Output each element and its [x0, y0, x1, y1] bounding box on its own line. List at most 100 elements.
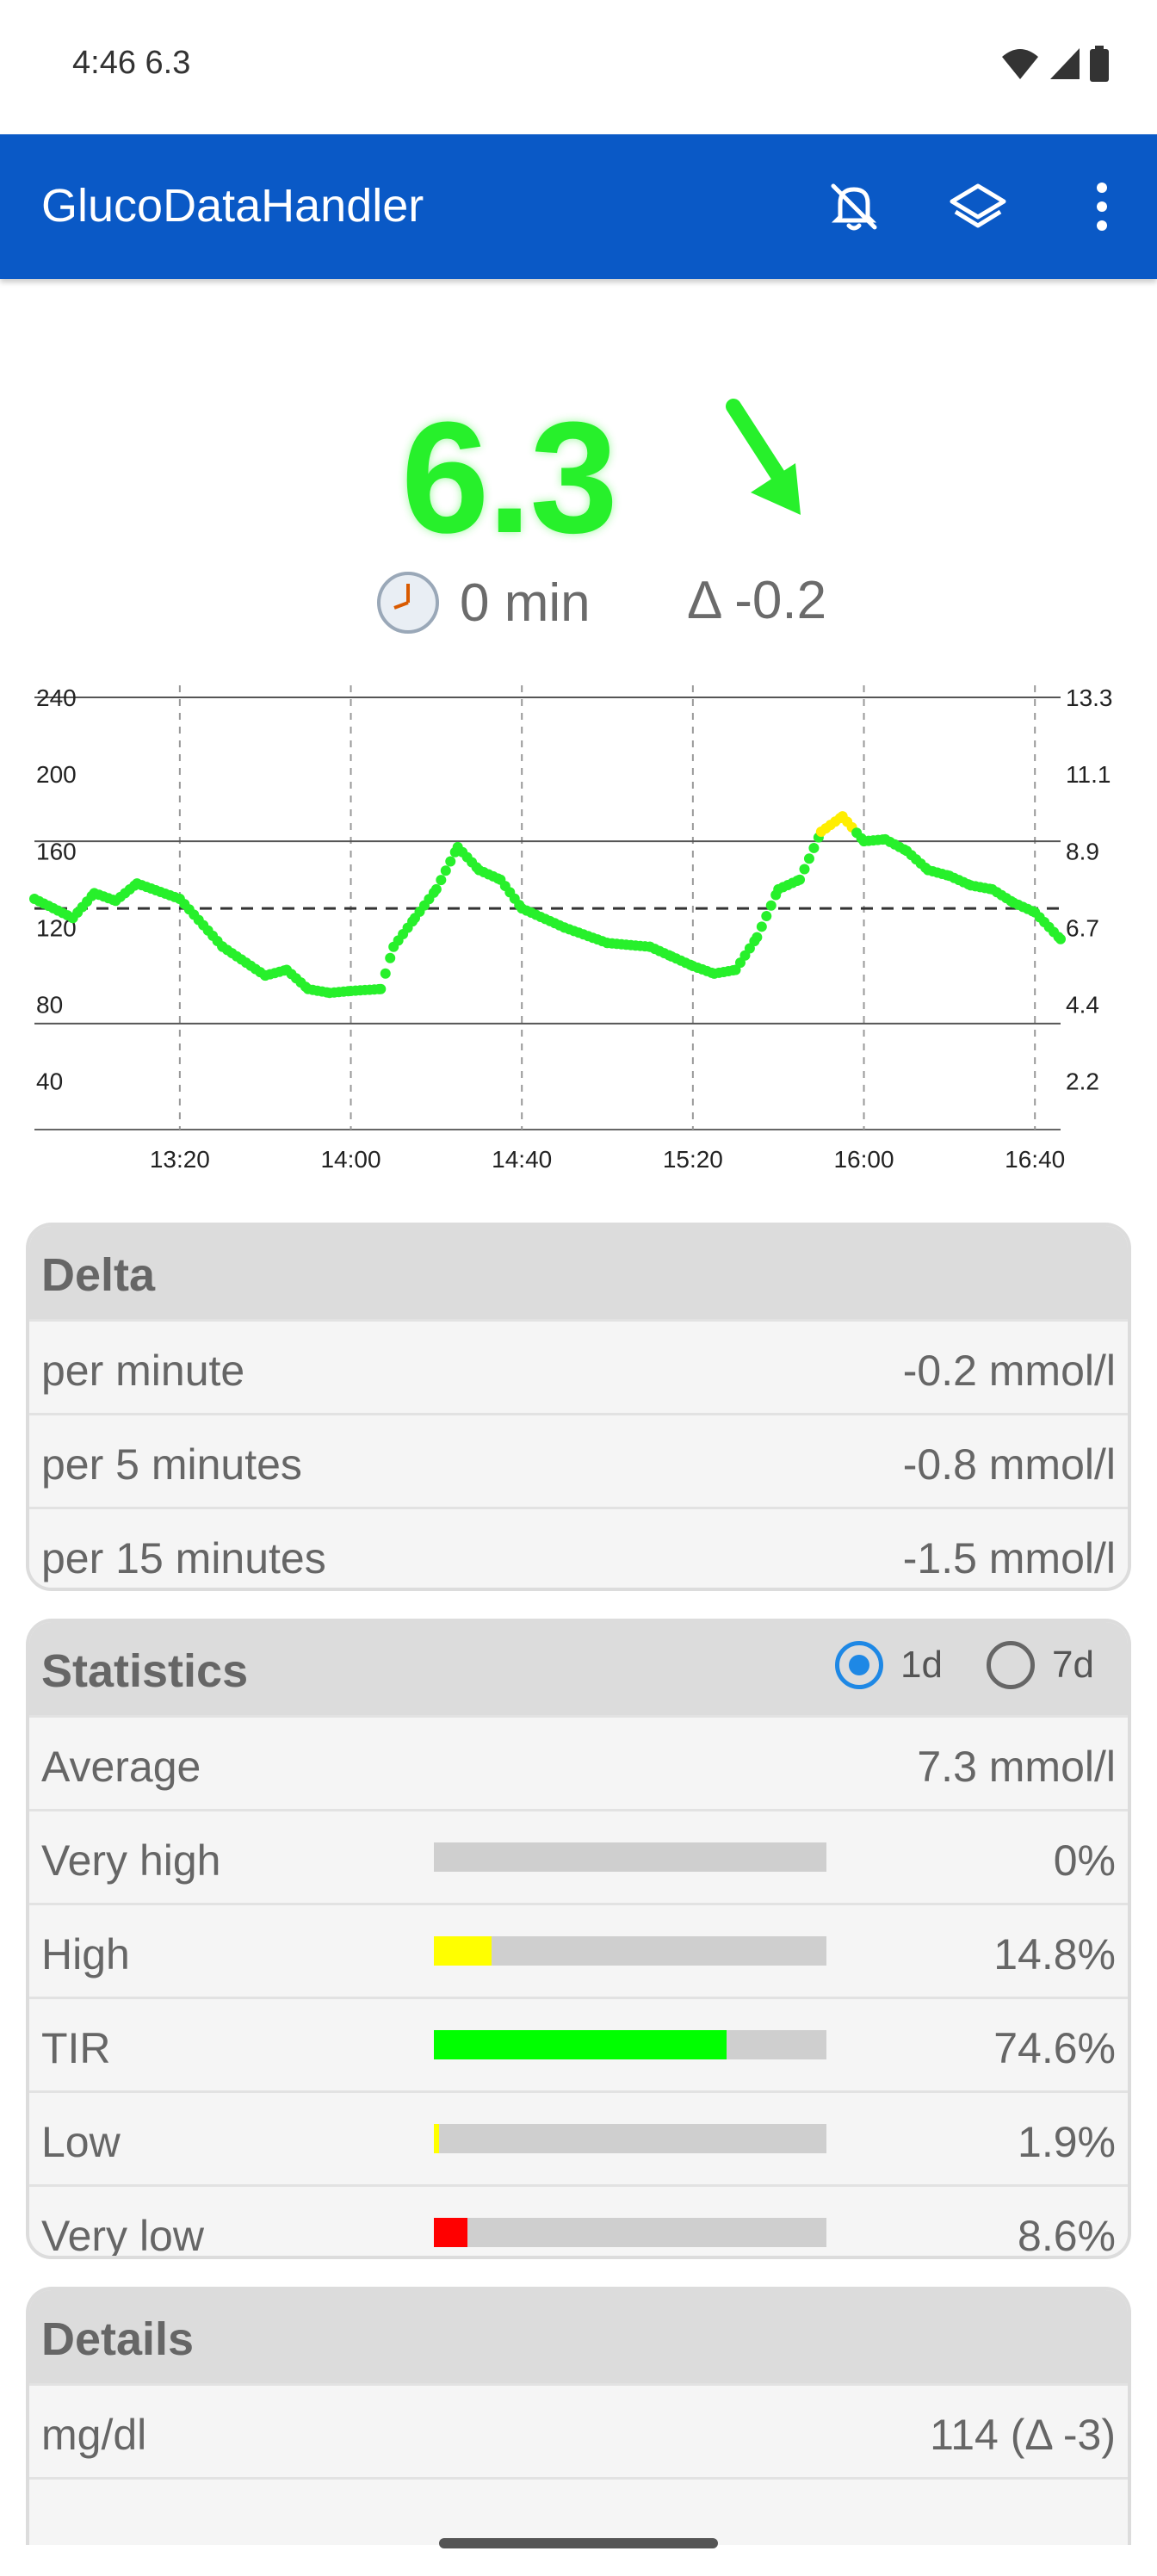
- row-label: Very high: [41, 1836, 221, 1885]
- radio-1d-label: 1d: [900, 1644, 943, 1686]
- stats-row-very-high: Very high 0%: [29, 1809, 1128, 1903]
- progress-fill: [434, 2218, 468, 2247]
- glucose-chart[interactable]: 240 13.3200 11.1160 8.9120 6.780 4.440 2.213:2…: [0, 663, 1157, 1180]
- glucose-point: [756, 921, 767, 932]
- stats-row-high: High 14.8%: [29, 1903, 1128, 1997]
- range-1d-radio[interactable]: 1d: [835, 1641, 943, 1689]
- radio-7d-label: 7d: [1052, 1644, 1094, 1686]
- glucose-point: [385, 952, 396, 963]
- glucose-point: [752, 932, 763, 943]
- more-vert-icon[interactable]: [1071, 176, 1133, 238]
- row-value: 114 (Δ -3): [930, 2411, 1116, 2459]
- x-tick-label: 16:40: [1005, 1146, 1065, 1173]
- home-indicator[interactable]: [439, 2538, 718, 2548]
- row-value: 14.8%: [993, 1930, 1116, 1978]
- row-value: 1.9%: [1018, 2118, 1116, 2166]
- progress-bar: [434, 2218, 826, 2247]
- progress-bar: [434, 2124, 826, 2153]
- row-label: mg/dl: [41, 2411, 147, 2459]
- status-clock-text: 4:46: [72, 45, 136, 81]
- clock-icon: [377, 572, 439, 634]
- delta-row-per-5-minutes: per 5 minutes -0.8 mmol/l: [29, 1413, 1128, 1507]
- battery-icon: [1090, 46, 1109, 82]
- details-panel: Details mg/dl 114 (Δ -3): [26, 2287, 1131, 2545]
- row-label: High: [41, 1930, 130, 1978]
- x-tick-label: 16:00: [833, 1146, 894, 1173]
- x-tick-label: 15:20: [663, 1146, 723, 1173]
- statistics-panel-title: Statistics: [41, 1645, 249, 1697]
- delta-row-per-15-minutes: per 15 minutes -1.5 mmol/l: [29, 1507, 1128, 1588]
- progress-fill: [434, 2124, 439, 2153]
- row-label: per 5 minutes: [41, 1440, 302, 1489]
- delta-panel-header: Delta: [29, 1226, 1128, 1319]
- row-label: per minute: [41, 1347, 245, 1395]
- radio-7d[interactable]: [987, 1641, 1035, 1689]
- delta-value: Δ -0.2: [687, 571, 827, 630]
- stats-row-low: Low 1.9%: [29, 2090, 1128, 2184]
- progress-bar: [434, 1842, 826, 1872]
- range-7d-radio[interactable]: 7d: [987, 1641, 1094, 1689]
- stats-row-tir: TIR 74.6%: [29, 1997, 1128, 2090]
- statistics-panel: Statistics 1d 7d Average 7.3 mmol/l Very…: [26, 1619, 1131, 2259]
- glucose-point: [799, 864, 810, 875]
- glucose-point: [761, 911, 772, 922]
- glucose-point: [380, 968, 391, 979]
- delta-row-per-minute: per minute -0.2 mmol/l: [29, 1319, 1128, 1413]
- glucose-point: [436, 875, 447, 886]
- appbar-actions: [823, 176, 1133, 238]
- row-value: 8.6%: [1018, 2212, 1116, 2259]
- stats-row-average: Average 7.3 mmol/l: [29, 1715, 1128, 1809]
- app-bar: GlucoDataHandler: [0, 134, 1157, 279]
- row-value: 7.3 mmol/l: [917, 1743, 1116, 1791]
- progress-bar: [434, 1936, 826, 1966]
- stats-row-very-low: Very low 8.6%: [29, 2184, 1128, 2259]
- y-right-tick-label: 6.7: [1066, 914, 1099, 941]
- wifi-icon: [1002, 49, 1038, 79]
- progress-fill: [434, 2030, 727, 2059]
- time-since-reading: 0 min: [375, 570, 591, 635]
- radio-1d-selected[interactable]: [835, 1641, 883, 1689]
- row-value: 74.6%: [993, 2024, 1116, 2072]
- details-panel-header: Details: [29, 2290, 1128, 2383]
- y-right-tick-label: 13.3: [1066, 684, 1113, 711]
- arrow-down-right-icon: [716, 396, 811, 529]
- delta-panel: Delta per minute -0.2 mmol/l per 5 minut…: [26, 1223, 1131, 1591]
- row-value: 0%: [1053, 1836, 1116, 1885]
- status-icons: [1000, 45, 1109, 83]
- y-left-tick-label: 80: [36, 992, 63, 1019]
- row-label: Low: [41, 2118, 121, 2166]
- details-row-mgdl: mg/dl 114 (Δ -3): [29, 2383, 1128, 2477]
- x-tick-label: 13:20: [150, 1146, 210, 1173]
- layers-icon[interactable]: [947, 176, 1009, 238]
- signal-icon: [1050, 48, 1080, 79]
- delta-panel-title: Delta: [41, 1249, 156, 1301]
- row-value: -0.2 mmol/l: [902, 1347, 1116, 1395]
- glucose-point: [803, 853, 814, 864]
- row-value: -1.5 mmol/l: [902, 1534, 1116, 1582]
- y-right-tick-label: 2.2: [1066, 1068, 1099, 1095]
- y-right-tick-label: 11.1: [1066, 761, 1111, 788]
- row-label: TIR: [41, 2024, 111, 2072]
- status-time: 4:46 6.3: [72, 45, 190, 82]
- app-title: GlucoDataHandler: [41, 180, 424, 232]
- glucose-point: [430, 883, 442, 895]
- row-label: Very low: [41, 2212, 204, 2259]
- progress-fill: [434, 1936, 492, 1966]
- glucose-point: [440, 865, 451, 876]
- details-panel-title: Details: [41, 2313, 195, 2365]
- bell-off-icon[interactable]: [823, 176, 885, 238]
- glucose-point: [765, 900, 776, 911]
- row-label: per 15 minutes: [41, 1534, 326, 1582]
- y-right-tick-label: 8.9: [1066, 838, 1099, 864]
- details-row-next: [29, 2477, 1128, 2545]
- x-tick-label: 14:40: [492, 1146, 552, 1173]
- glucose-point: [808, 842, 820, 853]
- glucose-point: [795, 874, 806, 885]
- status-glucose-text: 6.3: [145, 45, 191, 81]
- glucose-point: [445, 856, 456, 867]
- current-glucose-value: 6.3: [401, 388, 618, 566]
- x-tick-label: 14:00: [320, 1146, 381, 1173]
- time-ago-text: 0 min: [460, 573, 591, 633]
- statistics-panel-header: Statistics 1d 7d: [29, 1622, 1128, 1715]
- progress-bar: [434, 2030, 826, 2059]
